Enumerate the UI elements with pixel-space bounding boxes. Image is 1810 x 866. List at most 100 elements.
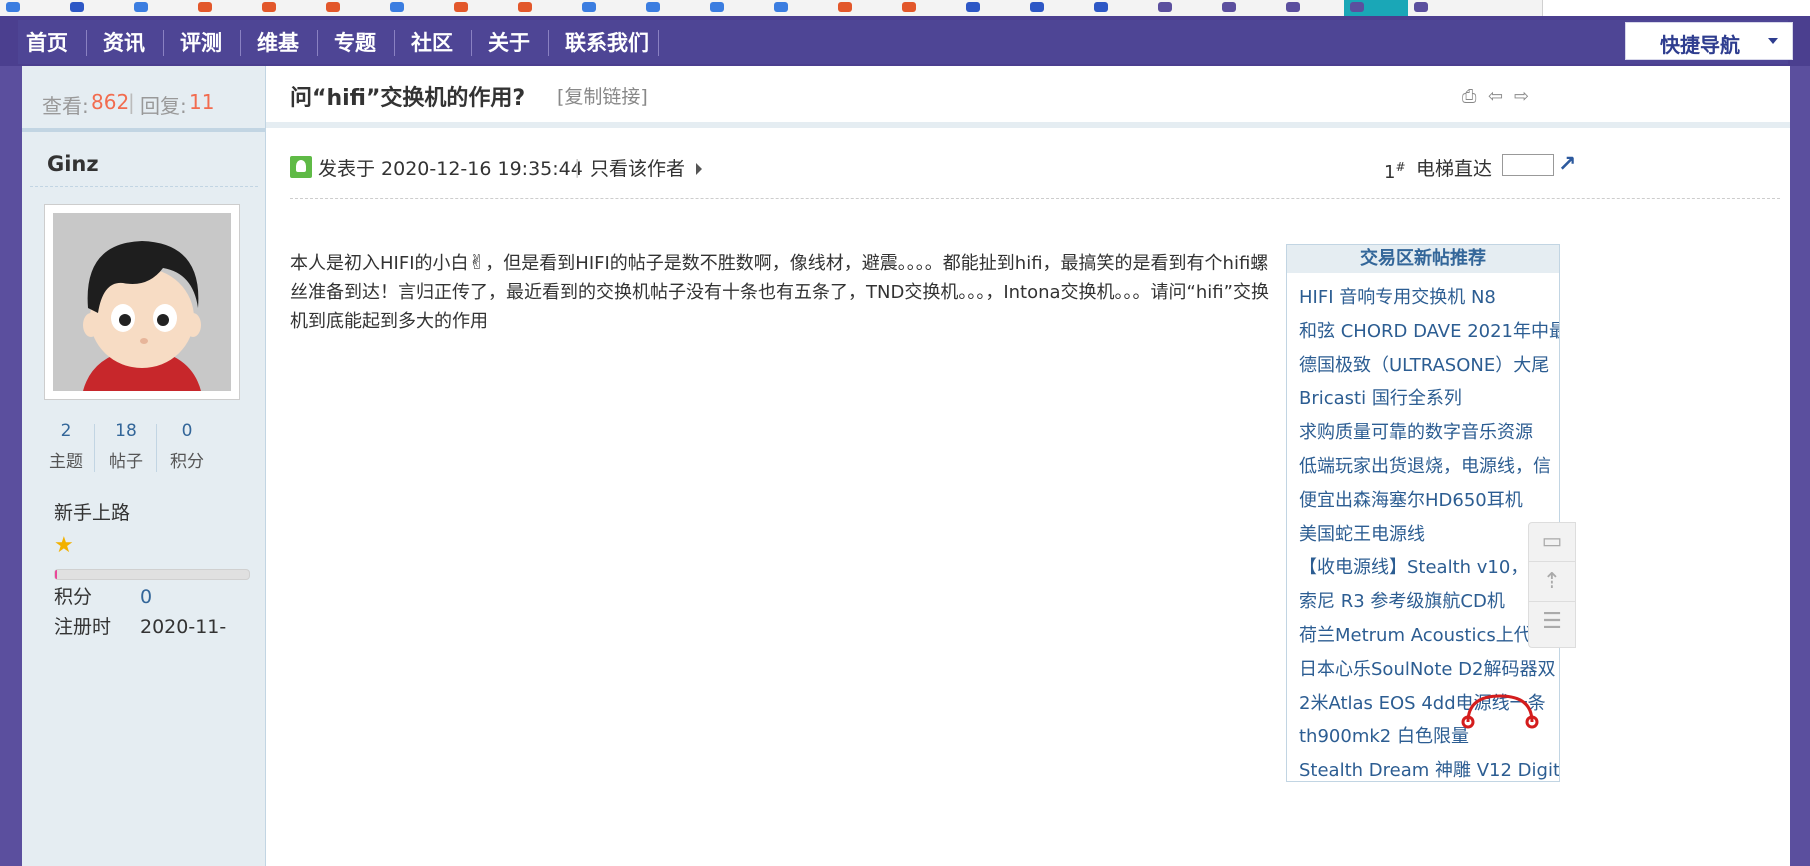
browser-tab[interactable] xyxy=(512,0,583,16)
thread-title-row: 问“hifi”交换机的作用? [复制链接] ⎙ ⇦ ⇨ xyxy=(266,66,1790,128)
next-thread-icon[interactable]: ⇨ xyxy=(1514,86,1529,107)
browser-tab[interactable] xyxy=(384,0,455,16)
post-date: 发表于 2020-12-16 19:35:44 xyxy=(318,158,583,180)
nav-item-about[interactable]: 关于 xyxy=(488,28,530,58)
tab-favicon-icon xyxy=(774,2,788,12)
list-item[interactable]: 【收电源线】Stealth v10，音神 xyxy=(1299,551,1559,585)
jump-to-floor-input[interactable] xyxy=(1502,154,1554,176)
nav-item-news[interactable]: 资讯 xyxy=(103,28,145,58)
browser-tab[interactable] xyxy=(0,0,71,16)
nav-item-reviews[interactable]: 评测 xyxy=(180,28,222,58)
list-item[interactable]: 便宜出森海塞尔HD650耳机 xyxy=(1299,484,1559,518)
replies-label: 回复: xyxy=(140,94,187,118)
tab-favicon-icon xyxy=(966,2,980,12)
tab-favicon-icon xyxy=(518,2,532,12)
divider xyxy=(30,186,258,187)
user-stat-value: 0 xyxy=(181,421,193,441)
copy-link-button[interactable]: [复制链接] xyxy=(557,82,648,109)
browser-tab[interactable] xyxy=(1408,0,1479,16)
nav-divider xyxy=(86,30,87,56)
browser-tab-active[interactable] xyxy=(1344,0,1415,16)
print-icon[interactable]: ⎙ xyxy=(1462,86,1476,107)
thread-frame: 查看: 862 | 回复: 11 Ginz 2 主题 18 帖子 0 积分 新手… xyxy=(22,66,1790,866)
level-progress-fill xyxy=(55,570,57,579)
browser-tab[interactable] xyxy=(64,0,135,16)
browser-tab[interactable] xyxy=(704,0,775,16)
list-item[interactable]: 索尼 R3 参考级旗航CD机 xyxy=(1299,585,1559,619)
quick-nav-button[interactable]: 快捷导航 xyxy=(1625,22,1793,60)
browser-tab[interactable] xyxy=(1024,0,1095,16)
tab-favicon-icon xyxy=(198,2,212,12)
list-item[interactable]: 美国蛇王电源线 xyxy=(1299,518,1559,552)
nav-item-home[interactable]: 首页 xyxy=(26,28,68,58)
list-item[interactable]: 求购质量可靠的数字音乐资源 xyxy=(1299,416,1559,450)
triangle-right-icon xyxy=(696,163,702,175)
post-body-text: 本人是初入HIFI的小白 xyxy=(290,253,469,274)
tab-favicon-icon xyxy=(1286,2,1300,12)
tab-favicon-icon xyxy=(262,2,276,12)
profile-row-register: 注册时 2020-11- xyxy=(54,612,226,639)
author-name[interactable]: Ginz xyxy=(47,152,99,176)
browser-tab-strip xyxy=(0,0,1810,17)
browser-tab[interactable] xyxy=(640,0,711,16)
list-item[interactable]: 德国极致（ULTRASONE）大尾 xyxy=(1299,349,1559,383)
main-nav-inner: 首页 资讯 评测 维基 专题 社区 关于 联系我们 xyxy=(18,20,1788,64)
browser-tab[interactable] xyxy=(1472,0,1543,16)
browser-tab[interactable] xyxy=(576,0,647,16)
thread-title: 问“hifi”交换机的作用? xyxy=(290,86,526,111)
browser-tab[interactable] xyxy=(768,0,839,16)
browser-tab[interactable] xyxy=(1280,0,1351,16)
user-group[interactable]: 新手上路 xyxy=(54,498,130,525)
tab-favicon-icon xyxy=(1094,2,1108,12)
user-stat-threads[interactable]: 2 主题 xyxy=(32,421,100,472)
browser-tab[interactable] xyxy=(896,0,967,16)
nav-item-wiki[interactable]: 维基 xyxy=(257,28,299,58)
jump-go-icon[interactable]: ↗ xyxy=(1558,152,1576,177)
list-item[interactable]: 荷兰Metrum Acoustics上代旗舰 xyxy=(1299,619,1559,653)
list-item[interactable]: HIFI 音响专用交换机 N8 xyxy=(1299,281,1559,315)
user-stat-posts[interactable]: 18 帖子 xyxy=(92,421,160,472)
replies-count: 11 xyxy=(189,90,215,114)
browser-tab[interactable] xyxy=(1216,0,1287,16)
browser-tab[interactable] xyxy=(256,0,327,16)
nav-item-contact[interactable]: 联系我们 xyxy=(565,28,649,58)
only-author-link[interactable]: 只看该作者 xyxy=(590,154,685,181)
list-item[interactable]: Stealth Dream 神雕 V12 Digital xyxy=(1299,754,1559,781)
tab-favicon-icon xyxy=(70,2,84,12)
victory-hand-emoji: ✌ xyxy=(468,250,486,274)
user-stat-value: 2 xyxy=(60,421,72,441)
profile-row-points: 积分 0 xyxy=(54,582,152,609)
profile-value[interactable]: 0 xyxy=(140,586,152,608)
nav-divider xyxy=(163,30,164,56)
floor-number[interactable]: 1# xyxy=(1384,160,1406,183)
floor-number-suffix: # xyxy=(1395,160,1406,174)
floor-number-value: 1 xyxy=(1384,162,1396,183)
tab-favicon-icon xyxy=(1158,2,1172,12)
list-item[interactable]: Bricasti 国行全系列 xyxy=(1299,382,1559,416)
level-progress-bar xyxy=(54,569,250,580)
tab-favicon-icon xyxy=(838,2,852,12)
browser-tab[interactable] xyxy=(320,0,391,16)
nav-item-topics[interactable]: 专题 xyxy=(334,28,376,58)
tab-favicon-icon xyxy=(582,2,596,12)
browser-tab[interactable] xyxy=(192,0,263,16)
user-stat-points[interactable]: 0 积分 xyxy=(153,421,221,472)
back-to-top-icon[interactable]: ⇡ xyxy=(1529,563,1575,602)
list-item[interactable]: 和弦 CHORD DAVE 2021年中最 xyxy=(1299,315,1559,349)
browser-tab[interactable] xyxy=(832,0,903,16)
quick-nav-label: 快捷导航 xyxy=(1660,33,1740,57)
browser-tab[interactable] xyxy=(1152,0,1223,16)
list-item[interactable]: 低端玩家出货退烧，电源线，信 xyxy=(1299,450,1559,484)
browser-tab[interactable] xyxy=(960,0,1031,16)
nav-item-community[interactable]: 社区 xyxy=(411,28,453,58)
browser-tab[interactable] xyxy=(1088,0,1159,16)
prev-thread-icon[interactable]: ⇦ xyxy=(1488,86,1503,107)
avatar[interactable] xyxy=(44,204,240,400)
list-item[interactable]: 日本心乐SoulNote D2解码器双 xyxy=(1299,653,1559,687)
post-body: 本人是初入HIFI的小白✌，但是看到HIFI的帖子是数不胜数啊，像线材，避震。。… xyxy=(290,248,1280,336)
comment-icon[interactable]: ▭ xyxy=(1529,523,1575,562)
tab-favicon-icon xyxy=(646,2,660,12)
browser-tab[interactable] xyxy=(448,0,519,16)
list-icon[interactable]: ☰ xyxy=(1529,603,1575,641)
browser-tab[interactable] xyxy=(128,0,199,16)
